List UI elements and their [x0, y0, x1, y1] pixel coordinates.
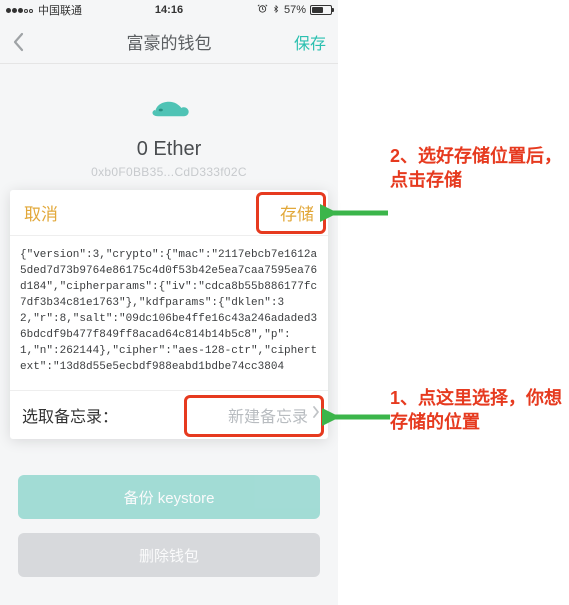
address-label: 0xb0F0BB35...CdD333f02C	[0, 165, 338, 179]
alarm-icon	[257, 3, 268, 17]
nav-bar: 富豪的钱包 保存	[0, 20, 338, 64]
bluetooth-icon	[272, 3, 280, 18]
memo-select-row[interactable]: 选取备忘录： 新建备忘录	[10, 391, 328, 439]
backup-keystore-button[interactable]: 备份 keystore	[18, 475, 320, 519]
page-title: 富豪的钱包	[0, 29, 338, 54]
battery-icon	[310, 5, 332, 15]
nav-save-button[interactable]: 保存	[294, 30, 326, 54]
battery-pct-label: 57%	[284, 4, 306, 16]
delete-wallet-button[interactable]: 删除钱包	[18, 533, 320, 577]
export-sheet: 取消 存储 {"version":3,"crypto":{"mac":"2117…	[10, 190, 328, 439]
balance-label: 0 Ether	[0, 138, 338, 161]
delete-wallet-label: 删除钱包	[139, 545, 199, 566]
memo-row-value: 新建备忘录	[228, 403, 308, 427]
clock-label: 14:16	[155, 4, 183, 16]
carrier-label: 中国联通	[38, 2, 82, 18]
sheet-cancel-button[interactable]: 取消	[18, 190, 64, 235]
annotation-text-2: 2、选好存储位置后，点击存储	[390, 144, 569, 193]
annotation-text-1: 1、点这里选择，你想存储的位置	[390, 386, 569, 435]
status-bar: 中国联通 14:16 57%	[0, 0, 338, 20]
sheet-store-button[interactable]: 存储	[274, 190, 320, 235]
back-button[interactable]	[12, 32, 24, 52]
chevron-right-icon	[312, 405, 320, 424]
signal-dots-icon	[6, 4, 34, 16]
wallet-avatar-icon	[145, 86, 193, 134]
wallet-summary: 0 Ether 0xb0F0BB35...CdD333f02C	[0, 64, 338, 189]
keystore-json-text: {"version":3,"crypto":{"mac":"2117ebcb7e…	[10, 236, 328, 391]
memo-row-label: 选取备忘录：	[22, 403, 118, 427]
backup-keystore-label: 备份 keystore	[124, 487, 215, 508]
